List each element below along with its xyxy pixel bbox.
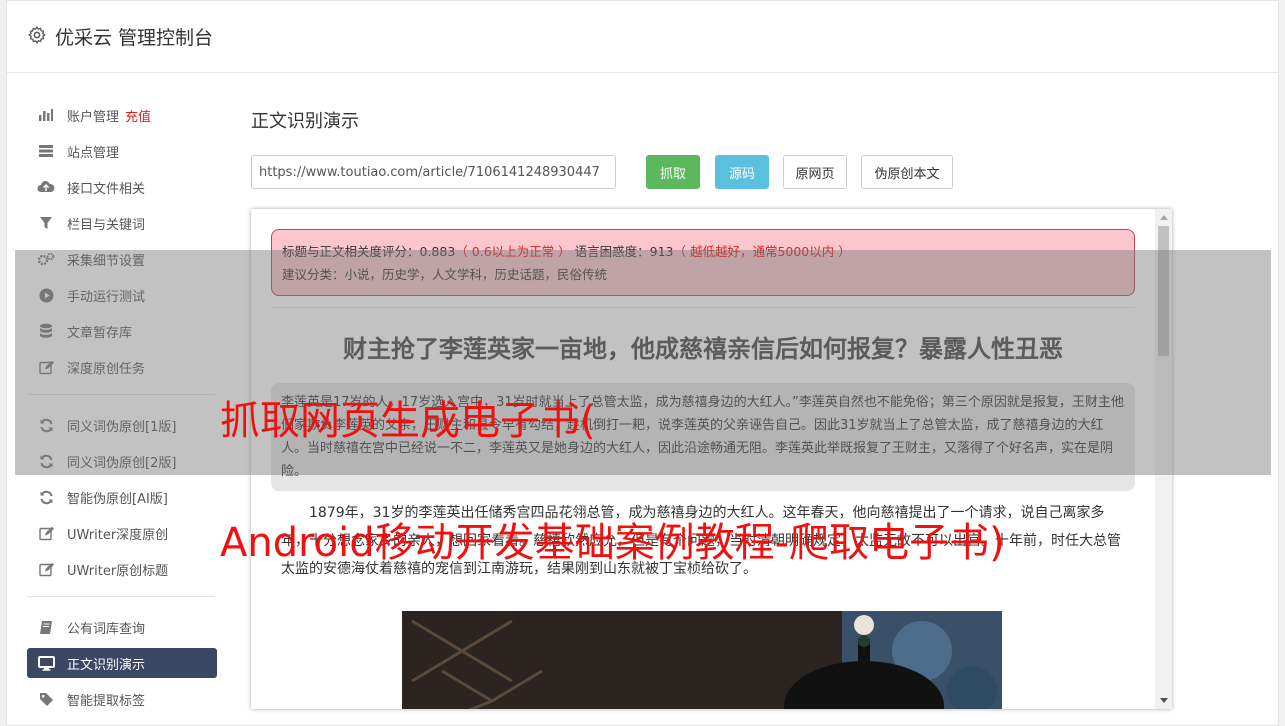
- top-bar: 优采云 管理控制台: [7, 1, 1278, 73]
- source-button[interactable]: 源码: [715, 155, 769, 189]
- scroll-down-icon[interactable]: [1160, 698, 1168, 703]
- sidebar-item-label: 智能伪原创[AI版]: [67, 491, 168, 507]
- app-title: 优采云 管理控制台: [55, 27, 214, 49]
- bar-chart-icon: [37, 106, 55, 124]
- url-input[interactable]: [251, 155, 616, 189]
- recharge-link[interactable]: 充值: [125, 106, 151, 125]
- sidebar-item[interactable]: 公有词库查询: [25, 609, 219, 645]
- pseudo-original-button[interactable]: 伪原创本文: [861, 155, 953, 189]
- sidebar-item-label: UWriter原创标题: [67, 563, 169, 579]
- sidebar-item[interactable]: 智能伪原创[AI版]: [25, 479, 219, 515]
- sidebar-item-label: 栏目与关键词: [67, 217, 146, 233]
- sidebar-item[interactable]: 账户管理 充值: [25, 97, 219, 133]
- overlay-heading: 抓取网页生成电子书(: [220, 398, 596, 444]
- sidebar-item[interactable]: 栏目与关键词: [25, 205, 219, 241]
- overlay-subheading: Android移动开发基础案例教程-爬取电子书): [220, 520, 1005, 566]
- scroll-up-icon[interactable]: [1160, 215, 1168, 220]
- edit-icon: [37, 524, 55, 542]
- sidebar-item[interactable]: 智能提取标签: [25, 681, 219, 717]
- sidebar-item-label: UWriter深度原创: [67, 527, 169, 543]
- sidebar-item[interactable]: 站点管理: [25, 133, 219, 169]
- sidebar-item-label: 智能提取标签: [67, 693, 146, 709]
- sidebar-item[interactable]: 正文识别演示: [27, 648, 217, 678]
- sidebar-item-label: 接口文件相关: [67, 181, 146, 197]
- sidebar-item[interactable]: UWriter深度原创: [25, 515, 219, 551]
- sidebar-item[interactable]: 接口文件相关: [25, 169, 219, 205]
- sidebar-item-label: 正文识别演示: [67, 657, 146, 673]
- sidebar-item[interactable]: UWriter原创标题: [25, 551, 219, 587]
- monitor-icon: [37, 654, 55, 672]
- fetch-button[interactable]: 抓取: [646, 155, 700, 189]
- server-icon: [37, 142, 55, 160]
- filter-icon: [37, 214, 55, 232]
- gear-icon[interactable]: [27, 25, 47, 45]
- cloud-upload-icon: [37, 178, 55, 196]
- book-icon: [37, 618, 55, 636]
- article-image: [402, 611, 1002, 709]
- edit-icon: [37, 560, 55, 578]
- sidebar-item-label: 站点管理: [67, 145, 120, 161]
- watermark-band: [15, 250, 1271, 475]
- sidebar-item-label: 账户管理: [67, 109, 120, 125]
- page-title: 正文识别演示: [251, 111, 359, 132]
- sidebar-item-label: 公有词库查询: [67, 621, 146, 637]
- original-page-button[interactable]: 原网页: [783, 155, 847, 189]
- refresh-icon: [37, 488, 55, 506]
- sidebar-divider: [27, 596, 215, 597]
- tag-icon: [37, 690, 55, 708]
